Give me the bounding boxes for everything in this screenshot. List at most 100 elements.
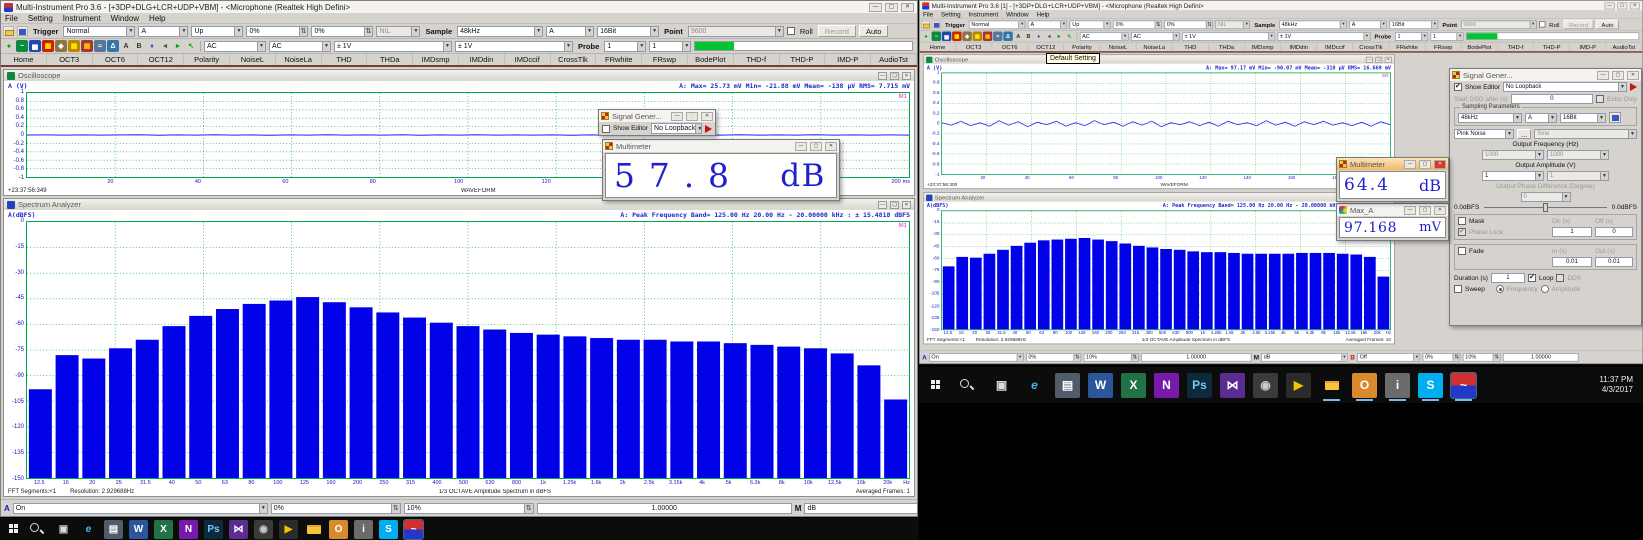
panel-minimize-button[interactable] xyxy=(1366,56,1373,62)
cursor-icon[interactable]: ↖ xyxy=(185,40,197,52)
probe-a-icon[interactable]: A xyxy=(120,40,132,52)
marker-label[interactable]: M1 xyxy=(1382,74,1389,79)
tab-oct12[interactable]: OCT12 xyxy=(1028,43,1064,52)
tab-imddin[interactable]: IMDdin xyxy=(459,54,505,65)
generator-channel-select[interactable]: A xyxy=(1525,113,1557,123)
minimize-button[interactable] xyxy=(1597,71,1609,80)
file-explorer-icon[interactable] xyxy=(1319,373,1344,398)
sample-bits-select[interactable]: 16Bit xyxy=(1390,20,1439,29)
record-button[interactable]: Record xyxy=(1563,20,1593,29)
open-icon[interactable] xyxy=(3,26,14,36)
generator-play-button[interactable] xyxy=(1630,83,1637,91)
probe-a-icon[interactable]: A xyxy=(1014,32,1023,41)
menu-instrument[interactable]: Instrument xyxy=(968,11,998,18)
probe-b-select[interactable]: 1 xyxy=(1431,32,1464,41)
tab-oct12[interactable]: OCT12 xyxy=(138,54,184,65)
tab-imdccif[interactable]: IMDccif xyxy=(505,54,551,65)
show-editor-checkbox[interactable] xyxy=(602,125,610,133)
probe-b-icon[interactable]: B xyxy=(133,40,145,52)
taskbar-clock[interactable]: 11:37 PM 4/3/2017 xyxy=(1599,375,1639,395)
data-logger-icon[interactable]: ▦ xyxy=(973,32,982,41)
menu-setting[interactable]: Setting xyxy=(941,11,961,18)
menu-help[interactable]: Help xyxy=(149,14,165,23)
edge-icon[interactable]: e xyxy=(1022,373,1047,398)
minimize-button[interactable] xyxy=(1605,2,1615,9)
excel-icon[interactable]: X xyxy=(154,520,173,539)
tab-crosstlk[interactable]: CrossTlk xyxy=(1353,43,1389,52)
trigger-level-stepper[interactable]: 0% xyxy=(1113,20,1162,29)
menu-file[interactable]: File xyxy=(5,14,18,23)
probe-b-select[interactable]: 1 xyxy=(649,41,691,52)
show-editor-checkbox[interactable] xyxy=(1454,83,1462,91)
marker-label[interactable]: M1 xyxy=(899,223,907,229)
close-button[interactable] xyxy=(1630,2,1640,9)
points-select[interactable]: 9600 xyxy=(688,26,784,37)
spectrum-plot[interactable]: M1 xyxy=(26,221,910,479)
panel-restore-button[interactable] xyxy=(890,72,899,80)
minimize-button[interactable] xyxy=(795,142,807,151)
outlook-icon[interactable]: O xyxy=(329,520,348,539)
start-icon[interactable] xyxy=(923,373,948,398)
tab-frwhite[interactable]: FRwhite xyxy=(1389,43,1425,52)
tab-noisela[interactable]: NoiseLa xyxy=(276,54,322,65)
open-icon[interactable] xyxy=(921,20,930,28)
panel-restore-button[interactable] xyxy=(1375,56,1382,62)
tab-thd[interactable]: THD xyxy=(322,54,368,65)
tab-imddin[interactable]: IMDdin xyxy=(1281,43,1317,52)
photoshop-icon[interactable]: Ps xyxy=(1187,373,1212,398)
run-icon[interactable]: ● xyxy=(921,32,930,41)
media-player-icon[interactable]: ▶ xyxy=(1286,373,1311,398)
tab-oct6[interactable]: OCT6 xyxy=(992,43,1028,52)
multimeter-title-bar[interactable]: Multimeter xyxy=(603,140,839,152)
title-bar[interactable]: Multi-Instrument Pro 3.6 [1] - [+3DP+DLG… xyxy=(920,1,1643,10)
tab-noisel[interactable]: NoiseL xyxy=(1100,43,1136,52)
maximize-button[interactable] xyxy=(1612,71,1624,80)
maximize-button[interactable] xyxy=(1419,160,1431,169)
loop-checkbox[interactable] xyxy=(1528,274,1536,282)
trigger-source-select[interactable]: A xyxy=(138,26,188,37)
tab-polarity[interactable]: Polarity xyxy=(184,54,230,65)
tab-thd-f[interactable]: THD-f xyxy=(734,54,780,65)
tab-frswp[interactable]: FRswp xyxy=(642,54,688,65)
tab-audiotst[interactable]: AudioTst xyxy=(871,54,917,65)
roll-checkbox[interactable] xyxy=(1539,21,1545,27)
tab-imd-p[interactable]: IMD-P xyxy=(825,54,871,65)
phase-select[interactable]: 0 xyxy=(1521,192,1571,202)
loopback-select[interactable]: No Loopback xyxy=(1503,82,1627,92)
signal-generator-title-bar[interactable]: Signal Gener... xyxy=(1450,69,1641,81)
minimize-button[interactable] xyxy=(869,3,882,12)
save-icon[interactable] xyxy=(932,20,941,28)
close-button[interactable] xyxy=(825,142,837,151)
calibration-icon[interactable]: Δ xyxy=(107,40,119,52)
oscilloscope-plot[interactable]: M1 xyxy=(941,72,1391,174)
outlook-icon[interactable]: O xyxy=(1352,373,1377,398)
trigger-source-select[interactable]: A xyxy=(1028,20,1067,29)
record-button[interactable]: Record xyxy=(818,25,856,37)
trigger-slope-select[interactable]: Up xyxy=(191,26,243,37)
speaker-icon[interactable]: ◄ xyxy=(1044,32,1053,41)
signal-generator-icon[interactable]: ▦ xyxy=(983,32,992,41)
maximize-button[interactable] xyxy=(1617,2,1627,9)
tab-bodeplot[interactable]: BodePlot xyxy=(688,54,734,65)
tab-thd[interactable]: THD xyxy=(1173,43,1209,52)
trigger-mode-select[interactable]: Normal xyxy=(63,26,135,37)
close-button[interactable] xyxy=(1627,71,1639,80)
range-a-select[interactable]: ± 1V xyxy=(1182,32,1275,41)
tab-oct3[interactable]: OCT3 xyxy=(956,43,992,52)
channel-a-mode-select[interactable]: On xyxy=(929,353,1024,362)
channel-b-mode-select[interactable]: Off xyxy=(1357,353,1420,362)
calibration-icon[interactable]: Δ xyxy=(1003,32,1012,41)
tab-audiotst[interactable]: AudioTst xyxy=(1606,43,1642,52)
range-a-select[interactable]: ± 1V xyxy=(334,41,452,52)
tab-noisela[interactable]: NoiseLa xyxy=(1137,43,1173,52)
cursor-icon[interactable]: ↖ xyxy=(1065,32,1074,41)
maximize-button[interactable] xyxy=(686,112,698,121)
tab-thd-p[interactable]: THD-P xyxy=(1534,43,1570,52)
auto-button[interactable]: Auto xyxy=(1596,20,1619,29)
multimeter-title-bar[interactable]: Multimeter xyxy=(1337,158,1448,170)
tab-bodeplot[interactable]: BodePlot xyxy=(1462,43,1498,52)
probe-a-select[interactable]: 1 xyxy=(604,41,646,52)
oscilloscope-title-bar[interactable]: Oscilloscope xyxy=(4,70,914,81)
spectrum-3d-plot-icon[interactable]: ◆ xyxy=(55,40,67,52)
amplitude-slider[interactable] xyxy=(1484,207,1606,208)
